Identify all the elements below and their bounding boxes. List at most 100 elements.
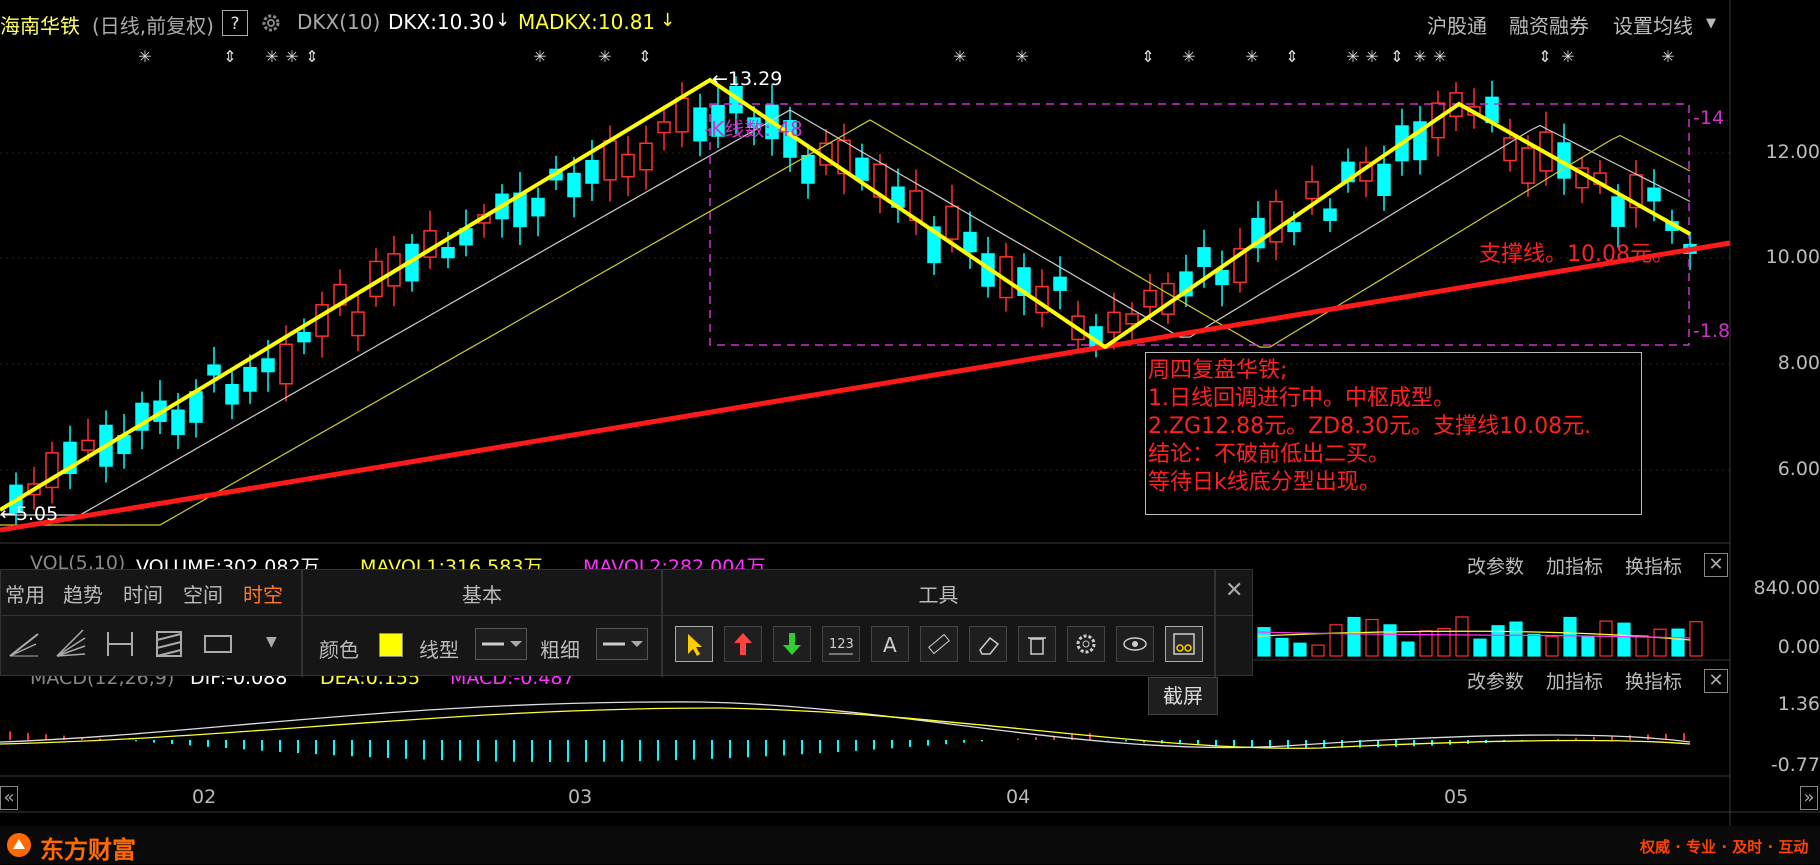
volume-edit-params-button[interactable]: 改参数 — [1467, 552, 1524, 579]
parallel-lines-icon[interactable] — [151, 626, 187, 666]
price-tick: 8.00 — [1777, 352, 1820, 374]
volume-bars[interactable] — [1257, 616, 1703, 657]
toolbar-close-icon[interactable]: ✕ — [1225, 578, 1243, 603]
thickness-label: 粗细 — [540, 638, 580, 662]
time-tick: 04 — [1006, 786, 1031, 808]
event-marker: ✳ — [1413, 47, 1426, 66]
candlestick — [1251, 201, 1265, 263]
brand-name: 东方财富 — [40, 836, 136, 864]
low-marker-label: ←5.05 — [0, 503, 59, 525]
volume-add-indicator-button[interactable]: 加指标 — [1546, 552, 1603, 579]
event-marker: ✳ — [265, 47, 278, 66]
tab-time-space[interactable]: 时空 — [243, 579, 283, 608]
volume-bar — [1347, 616, 1361, 657]
scroll-right-icon[interactable]: » — [1800, 786, 1818, 810]
chevron-down-icon[interactable]: ▼ — [266, 634, 277, 650]
section-tools: 工具 — [918, 583, 959, 607]
candlestick — [45, 441, 59, 504]
candlestick — [153, 380, 167, 435]
price-axis: 12.00 10.00 8.00 6.00 — [1736, 0, 1820, 560]
volume-bar — [1473, 638, 1487, 657]
candlestick — [207, 346, 221, 393]
thickness-select[interactable] — [596, 628, 648, 660]
candlestick — [1323, 198, 1337, 232]
event-marker: ✳ — [138, 47, 151, 66]
volume-axis-min: 0.00 — [1777, 636, 1820, 658]
candlestick — [117, 413, 131, 469]
event-marker: ✳ — [1561, 47, 1574, 66]
volume-bar — [1599, 620, 1613, 657]
event-marker: ✳ — [598, 47, 611, 66]
candlestick — [63, 425, 77, 490]
tab-trend[interactable]: 趋势 — [63, 579, 103, 608]
volume-switch-indicator-button[interactable]: 换指标 — [1625, 552, 1682, 579]
eraser-icon[interactable] — [969, 626, 1007, 662]
candlestick — [675, 82, 689, 148]
volume-close-icon[interactable]: ✕ — [1704, 553, 1728, 577]
analysis-note[interactable]: 周四复盘华铁; 1.日线回调进行中。中枢成型。 2.ZG12.88元。ZD8.3… — [1145, 352, 1642, 515]
candlestick — [1179, 254, 1193, 307]
screenshot-icon[interactable] — [1165, 626, 1203, 662]
line-type-select[interactable] — [475, 628, 527, 660]
scroll-left-icon[interactable]: « — [0, 786, 18, 810]
macd-edit-params-button[interactable]: 改参数 — [1467, 667, 1524, 694]
up-arrow-icon[interactable] — [724, 626, 762, 662]
gann-fan-icon[interactable] — [6, 626, 42, 666]
event-markers[interactable]: ✳ ⇕ ✳ ✳ ⇕ ✳ ✳ ⇕ ✳ ✳ ⇕ ✳ ✳ ⇕ ✳ ✳ ⇕ ✳ ✳ ⇕ ✳ ✳ — [138, 47, 1674, 66]
fan-lines-icon[interactable] — [53, 626, 89, 666]
volume-bar — [1689, 621, 1703, 657]
volume-bar — [1509, 621, 1523, 657]
kline-count: -K线数: 48 — [704, 117, 803, 141]
tab-common[interactable]: 常用 — [5, 579, 45, 608]
volume-bar — [1437, 627, 1451, 657]
macd-axis-max: 1.36 — [1777, 693, 1820, 715]
settings-icon[interactable] — [1067, 626, 1105, 662]
macd-histogram[interactable] — [0, 701, 1691, 762]
volume-axis-max: 840.00 — [1753, 577, 1820, 599]
candlestick — [1017, 253, 1031, 316]
candlestick — [819, 129, 833, 176]
candlestick — [1413, 106, 1427, 175]
candlestick — [1125, 302, 1139, 340]
volume-bar — [1455, 616, 1469, 657]
volume-bar — [1311, 644, 1325, 657]
macd-axis-min: -0.77 — [1770, 754, 1820, 776]
trash-icon[interactable] — [1018, 626, 1056, 662]
text-icon[interactable]: A — [871, 626, 909, 662]
box-top-label: -14 — [1693, 107, 1725, 129]
volume-bar — [1365, 618, 1379, 657]
candlestick — [927, 216, 941, 275]
color-swatch[interactable] — [379, 633, 403, 657]
footer-bar: 东方财富 权威 · 专业 · 及时 · 互动 — [0, 826, 1820, 864]
event-marker: ⇕ — [1390, 47, 1403, 66]
time-cycle-icon[interactable] — [102, 626, 138, 666]
macd-add-indicator-button[interactable]: 加指标 — [1546, 667, 1603, 694]
macd-switch-indicator-button[interactable]: 换指标 — [1625, 667, 1682, 694]
volume-bar — [1491, 625, 1505, 657]
note-line: 2.ZG12.88元。ZD8.30元。支撑线10.08元. — [1148, 414, 1592, 439]
event-marker: ⇕ — [1538, 47, 1551, 66]
down-arrow-icon[interactable] — [773, 626, 811, 662]
event-marker: ✳ — [1365, 47, 1378, 66]
event-marker: ⇕ — [305, 47, 318, 66]
numbering-icon[interactable]: 123 — [822, 626, 860, 662]
time-tick: 05 — [1444, 786, 1469, 808]
time-axis: « 02 03 04 05 » — [0, 784, 1820, 812]
ruler-icon[interactable] — [920, 626, 958, 662]
volume-bar — [1527, 633, 1541, 657]
tab-time[interactable]: 时间 — [123, 579, 163, 608]
volume-bar — [1329, 624, 1343, 657]
tab-space[interactable]: 空间 — [183, 579, 223, 608]
volume-bar — [1563, 616, 1577, 657]
macd-close-icon[interactable]: ✕ — [1704, 669, 1728, 693]
eye-icon[interactable] — [1116, 626, 1154, 662]
rectangle-icon[interactable] — [201, 626, 237, 666]
note-line: 周四复盘华铁; — [1148, 358, 1288, 383]
candlestick — [621, 136, 635, 197]
volume-bar — [1401, 641, 1415, 657]
drawing-toolbar[interactable]: 常用 趋势 时间 空间 时空 ▼ 基本 颜色 线型 粗细 工具 123 A ✕ — [0, 569, 1254, 677]
note-line: 结论：不破前低出二买。 — [1148, 442, 1391, 467]
cursor-icon[interactable] — [675, 626, 713, 662]
candlestick — [1629, 160, 1643, 228]
price-tick: 6.00 — [1777, 458, 1820, 480]
